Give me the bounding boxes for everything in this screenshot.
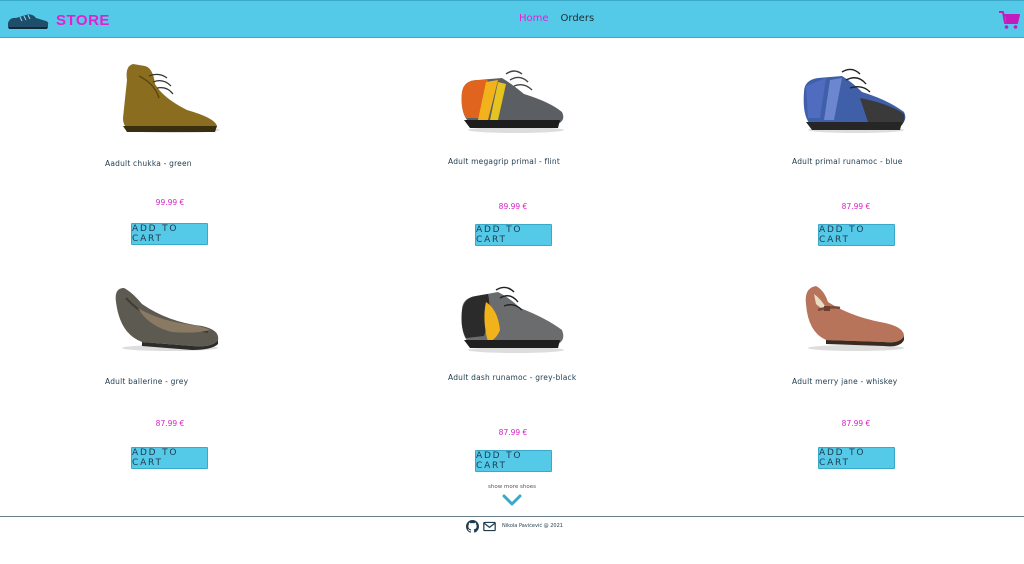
product-name: Adult megagrip primal - flint: [448, 157, 560, 166]
mail-icon[interactable]: [483, 520, 496, 533]
product-price: 89.99 €: [498, 202, 528, 211]
shoe-primal-runamoc-blue-image[interactable]: [800, 58, 910, 136]
product-price: 87.99 €: [841, 202, 871, 211]
product-name: Adult dash runamoc - grey-black: [448, 373, 577, 382]
footer-credit: Nikola Pavićević @ 2021: [502, 523, 563, 529]
github-icon[interactable]: [466, 519, 479, 533]
show-more-link[interactable]: show more shoes: [462, 484, 562, 490]
main-nav: Home Orders: [519, 13, 594, 24]
nav-orders[interactable]: Orders: [561, 13, 595, 24]
shopping-cart-icon[interactable]: [998, 10, 1020, 30]
add-to-cart-button[interactable]: ADD TO CART: [131, 223, 208, 245]
add-to-cart-button[interactable]: ADD TO CART: [131, 447, 208, 469]
header: STORE Home Orders: [0, 0, 1024, 38]
shoe-megagrip-primal-flint-image[interactable]: [458, 58, 568, 136]
product-price: 87.99 €: [498, 428, 528, 437]
shoe-chukka-green-image[interactable]: [115, 58, 225, 136]
add-to-cart-button[interactable]: ADD TO CART: [475, 224, 552, 246]
product-price: 87.99 €: [841, 419, 871, 428]
shoe-logo-icon: [8, 14, 49, 29]
product-price: 87.99 €: [155, 419, 185, 428]
product-name: Adult ballerine - grey: [105, 377, 189, 386]
add-to-cart-button[interactable]: ADD TO CART: [818, 224, 895, 246]
product-name: Adult merry jane - whiskey: [792, 377, 898, 386]
footer: Nikola Pavićević @ 2021: [466, 519, 563, 533]
add-to-cart-button[interactable]: ADD TO CART: [475, 450, 552, 472]
product-name: Aadult chukka - green: [105, 159, 192, 168]
add-to-cart-button[interactable]: ADD TO CART: [818, 447, 895, 469]
product-name: Adult primal runamoc - blue: [792, 157, 903, 166]
shoe-ballerine-grey-image[interactable]: [112, 278, 222, 356]
brand[interactable]: STORE: [6, 8, 110, 32]
nav-home[interactable]: Home: [519, 13, 549, 24]
shoe-merry-jane-whiskey-image[interactable]: [800, 280, 910, 358]
chevron-down-icon[interactable]: [502, 494, 522, 506]
footer-divider: [0, 516, 1024, 517]
brand-name: STORE: [56, 11, 110, 29]
shoe-dash-runamoc-grey-black-image[interactable]: [458, 280, 568, 358]
product-price: 99.99 €: [155, 198, 185, 207]
